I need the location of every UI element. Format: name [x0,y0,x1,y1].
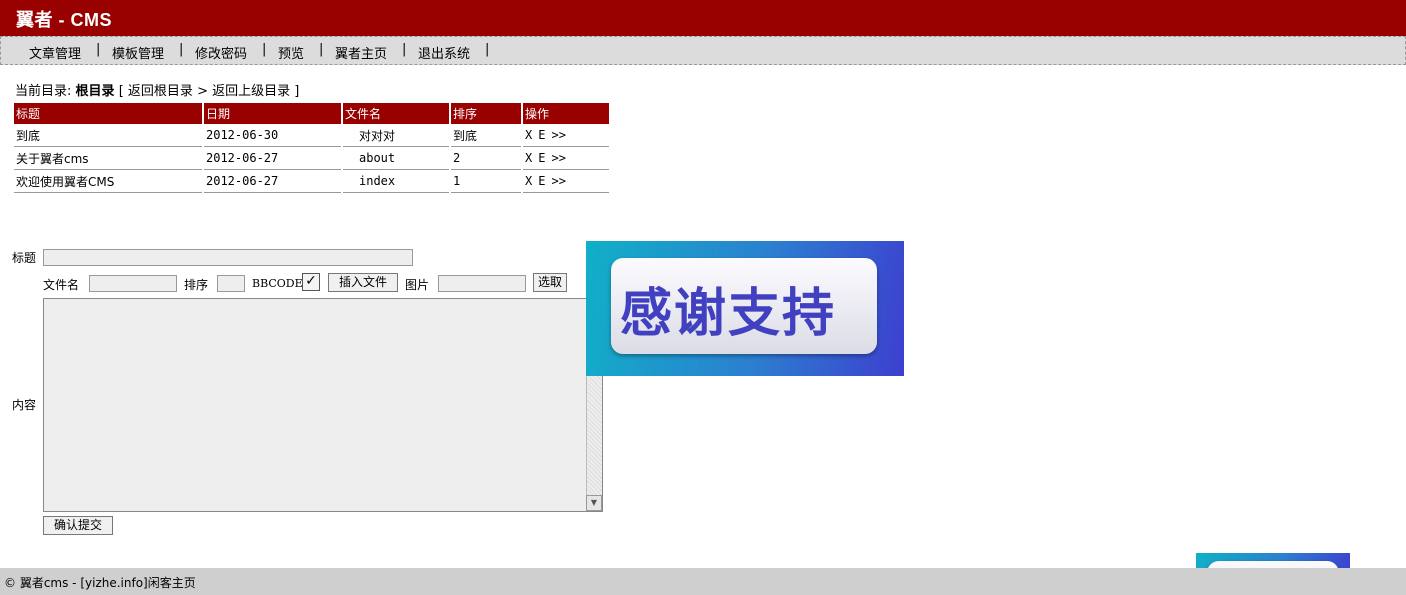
nav-bar: 文章管理 | 模板管理 | 修改密码 | 预览 | 翼者主页 | 退出系统 | [0,36,1406,65]
footer-text: © 翼者cms - [yizhe.info]闲客主页 [4,574,196,591]
nav-separator: | [319,42,324,57]
row-order: 到底 [451,124,521,147]
table-header-row: 标题 日期 文件名 排序 操作 [14,103,609,124]
column-header-date: 日期 [204,103,341,124]
breadcrumb-current: 根目录 [75,84,115,99]
nav-item-articles[interactable]: 文章管理 [29,43,81,62]
table-row: 欢迎使用翼者CMS 2012-06-27 index 1 X E >> [14,170,609,193]
row-order: 2 [451,147,521,170]
row-order: 1 [451,170,521,193]
delete-action[interactable]: X [525,151,532,165]
nav-item-homepage[interactable]: 翼者主页 [335,43,387,62]
order-input[interactable] [217,275,245,292]
row-filename: about [343,147,449,170]
bbcode-checkbox[interactable]: ✓ [302,273,320,291]
row-filename: index [343,170,449,193]
image-label: 图片 [405,278,430,292]
footer-home-link[interactable]: 闲客主页 [148,576,196,590]
nav-item-change-password[interactable]: 修改密码 [195,43,247,62]
column-header-filename: 文件名 [343,103,449,124]
checkmark-icon: ✓ [305,273,317,289]
column-header-title: 标题 [14,103,202,124]
content-label: 内容 [12,398,37,412]
column-header-actions: 操作 [523,103,609,124]
nav-item-preview[interactable]: 预览 [278,43,304,62]
app-title: 翼者 - CMS [16,10,112,30]
title-label: 标题 [12,251,37,265]
row-actions: X E >> [523,124,609,147]
row-title: 到底 [14,124,202,147]
edit-action[interactable]: E [538,174,545,188]
nav-item-logout[interactable]: 退出系统 [418,43,470,62]
row-actions: X E >> [523,170,609,193]
bbcode-label: BBCODE [252,277,303,290]
filename-label: 文件名 [43,278,80,292]
back-to-root-link[interactable]: 返回根目录 [128,84,193,99]
filename-input[interactable] [89,275,177,292]
select-button[interactable]: 选取 [533,273,567,292]
column-header-order: 排序 [451,103,521,124]
row-filename: 对对对 [343,124,449,147]
thanks-banner-image: 感谢支持 [586,241,904,376]
table-row: 到底 2012-06-30 对对对 到底 X E >> [14,124,609,147]
table-row: 关于翼者cms 2012-06-27 about 2 X E >> [14,147,609,170]
breadcrumb-prefix: 当前目录: [15,84,72,99]
footer-site-link[interactable]: [yizhe.info] [80,576,147,590]
row-date: 2012-06-27 [204,170,341,193]
breadcrumb-open-bracket: [ [118,84,124,99]
back-up-link[interactable]: > 返回上级目录 [197,84,290,99]
footer: © 翼者cms - [yizhe.info]闲客主页 [0,568,1406,595]
more-action[interactable]: >> [551,151,565,165]
nav-separator: | [96,42,101,57]
more-action[interactable]: >> [551,174,565,188]
order-label: 排序 [184,278,209,292]
nav-item-templates[interactable]: 模板管理 [112,43,164,62]
title-input[interactable] [43,249,413,266]
content-textarea[interactable]: ▼ [43,298,603,512]
nav-separator: | [179,42,184,57]
delete-action[interactable]: X [525,128,532,142]
image-input[interactable] [438,275,526,292]
app-header: 翼者 - CMS [0,0,1406,36]
nav-separator: | [262,42,267,57]
banner-text: 感谢支持 [620,284,837,344]
row-date: 2012-06-30 [204,124,341,147]
edit-action[interactable]: E [538,128,545,142]
breadcrumb-close-bracket: ] [294,84,300,99]
insert-file-button[interactable]: 插入文件 [328,273,398,292]
article-table: 标题 日期 文件名 排序 操作 到底 2012-06-30 对对对 到底 X E >… [12,103,611,193]
edit-action[interactable]: E [538,151,545,165]
nav-separator: | [402,42,407,57]
row-title: 关于翼者cms [14,147,202,170]
nav-separator: | [485,42,490,57]
row-date: 2012-06-27 [204,147,341,170]
more-action[interactable]: >> [551,128,565,142]
footer-copyright: © 翼者cms - [4,576,81,590]
breadcrumb: 当前目录: 根目录 [ 返回根目录 > 返回上级目录 ] [15,80,299,99]
submit-button[interactable]: 确认提交 [43,516,113,535]
row-title: 欢迎使用翼者CMS [14,170,202,193]
delete-action[interactable]: X [525,174,532,188]
scroll-down-arrow-icon[interactable]: ▼ [586,495,602,511]
row-actions: X E >> [523,147,609,170]
